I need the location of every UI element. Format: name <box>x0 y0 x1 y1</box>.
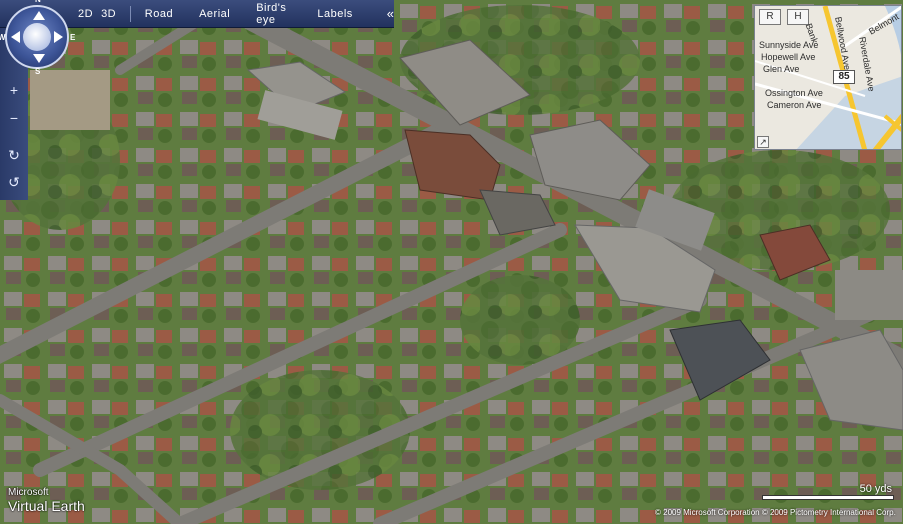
pan-east-icon[interactable] <box>54 31 63 43</box>
compass-west-label: W <box>0 33 6 42</box>
view-birdseye-button[interactable]: Bird's eye <box>256 2 291 26</box>
rotate-counterclockwise-button[interactable]: ↺ <box>4 172 24 192</box>
minimap-street-label: Cameron Ave <box>767 100 822 110</box>
logo-microsoft-text: Microsoft <box>8 487 49 498</box>
view-aerial-button[interactable]: Aerial <box>199 8 230 20</box>
mode-3d-button[interactable]: 3D <box>97 8 120 20</box>
zoom-out-button[interactable]: − <box>4 108 24 128</box>
collapse-toolbar-button[interactable]: « <box>387 6 394 21</box>
compass-control[interactable]: N W E S <box>0 0 75 76</box>
minimap-street-label: Ossington Ave <box>765 88 823 98</box>
mode-2d-button[interactable]: 2D <box>74 8 97 20</box>
zoom-in-button[interactable]: + <box>4 80 24 100</box>
rotate-clockwise-icon: ↻ <box>8 147 20 163</box>
pan-west-icon[interactable] <box>11 31 20 43</box>
logo-product-text: Virtual Earth <box>8 498 85 514</box>
view-road-button[interactable]: Road <box>145 8 173 20</box>
minimap-road-button[interactable]: R <box>759 9 781 25</box>
pan-north-icon[interactable] <box>33 11 45 20</box>
copyright-notice: © 2009 Microsoft Corporation © 2009 Pict… <box>655 508 896 517</box>
minimap-street-label: Glen Ave <box>763 64 800 74</box>
minimap-hybrid-button[interactable]: H <box>787 9 809 25</box>
minimap-expand-button[interactable]: ↗ <box>757 136 769 148</box>
highway-shield: 85 <box>833 70 855 84</box>
labels-toggle-button[interactable]: Labels <box>317 8 352 20</box>
pan-south-icon[interactable] <box>33 54 45 63</box>
zoom-in-icon: + <box>9 82 19 98</box>
minimap-street-label: Hopewell Ave <box>761 52 816 62</box>
scale-bar: 50 yds <box>762 483 896 503</box>
compass-hub[interactable] <box>23 23 51 51</box>
scale-bar-graphic <box>762 495 894 500</box>
scale-label: 50 yds <box>859 483 892 495</box>
virtual-earth-logo: Microsoft Virtual Earth <box>8 487 85 514</box>
rotate-counterclockwise-icon: ↺ <box>8 174 20 190</box>
compass-east-label: E <box>70 33 76 42</box>
overview-minimap[interactable]: R H Sunnyside Ave Hopewell Ave Glen Ave … <box>754 5 902 150</box>
toolbar-divider <box>130 5 131 22</box>
compass-north-label: N <box>35 0 41 4</box>
rotate-clockwise-button[interactable]: ↻ <box>4 145 24 165</box>
zoom-out-icon: − <box>9 110 19 126</box>
map-viewport[interactable]: + − ↻ ↺ 2D 3D Road Aerial Bird's eye Lab… <box>0 0 903 524</box>
compass-south-label: S <box>35 67 41 76</box>
